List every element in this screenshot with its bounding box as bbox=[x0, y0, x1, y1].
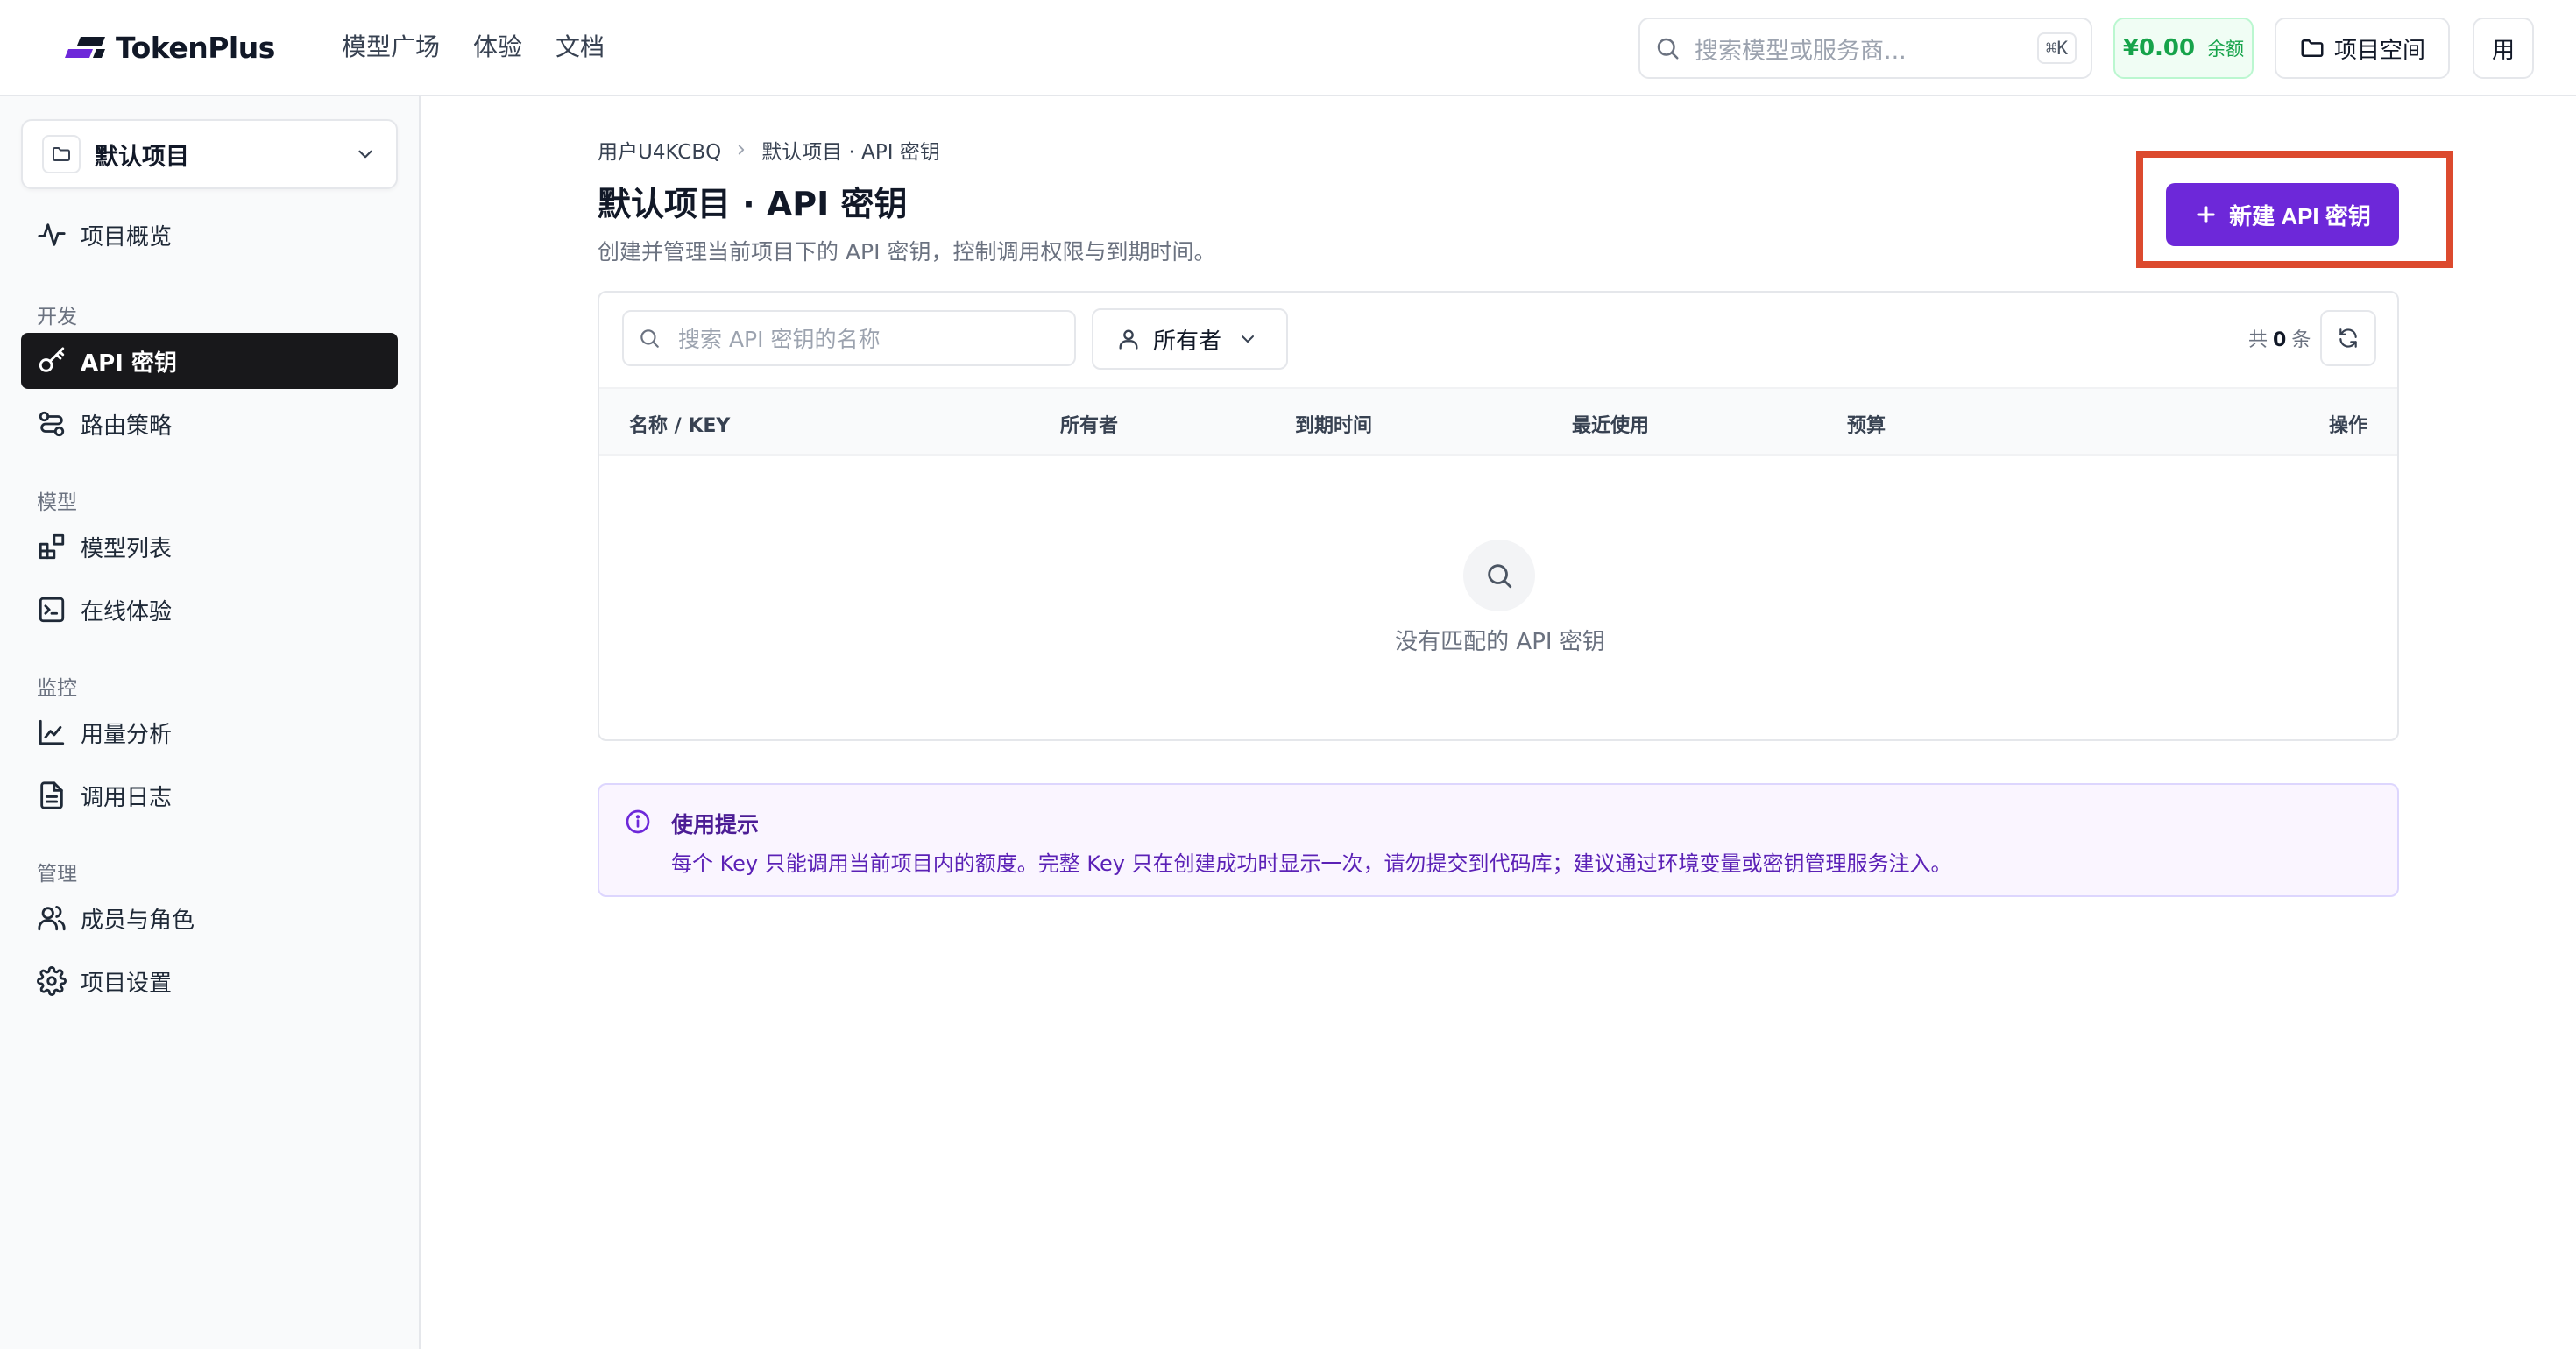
empty-state-icon bbox=[1463, 540, 1535, 611]
usage-tip: 使用提示 每个 Key 只能调用当前项目内的额度。完整 Key 只在创建成功时显… bbox=[598, 783, 2399, 897]
chart-icon bbox=[39, 719, 65, 745]
terminal-icon bbox=[39, 597, 65, 623]
project-name: 默认项目 bbox=[95, 143, 189, 171]
refresh-icon bbox=[2339, 328, 2357, 348]
result-count: 共0条 bbox=[2248, 324, 2311, 352]
top-nav: 模型广场 体验 文档 bbox=[342, 28, 638, 67]
sidebar-section-models: 模型 bbox=[37, 491, 77, 514]
top-bar: TokenPlus 模型广场 体验 文档 搜索模型或服务商... ⌘K ¥0.0… bbox=[0, 0, 2576, 96]
chevron-right-icon bbox=[733, 142, 749, 158]
info-icon bbox=[626, 809, 650, 834]
page-title: 默认项目 · API 密钥 bbox=[598, 185, 908, 223]
chevron-down-icon bbox=[1242, 335, 1255, 343]
file-text-icon bbox=[40, 781, 63, 809]
column-owner[interactable]: 所有者 bbox=[1060, 410, 1118, 438]
breadcrumb-current: 默认项目 · API 密钥 bbox=[761, 141, 940, 164]
key-icon bbox=[39, 347, 65, 372]
page-description: 创建并管理当前项目下的 API 密钥，控制调用权限与到期时间。 bbox=[598, 239, 1216, 265]
sidebar-item-label: 项目概览 bbox=[81, 223, 173, 251]
balance-badge[interactable]: ¥0.00 余额 bbox=[2113, 18, 2254, 79]
user-avatar[interactable]: 用 bbox=[2473, 18, 2534, 79]
folder-icon bbox=[2301, 39, 2324, 57]
sidebar-section-dev: 开发 bbox=[37, 306, 77, 328]
column-name[interactable]: 名称 / KEY bbox=[629, 410, 730, 438]
sidebar-item-label: 在线体验 bbox=[81, 598, 173, 625]
breadcrumb: 用户U4KCBQ 默认项目 · API 密钥 bbox=[598, 135, 940, 165]
chevron-down-icon bbox=[358, 150, 372, 159]
plus-icon bbox=[2197, 206, 2215, 223]
api-keys-card: 搜索 API 密钥的名称 所有者 共0条 名称 / KEY 所有者 到期时间 最… bbox=[598, 291, 2399, 741]
topnav-docs[interactable]: 文档 bbox=[556, 28, 605, 67]
route-icon bbox=[39, 411, 65, 437]
sidebar-section-monitor: 监控 bbox=[37, 677, 77, 700]
owner-filter-dropdown[interactable]: 所有者 bbox=[1092, 308, 1288, 370]
tip-body: 每个 Key 只能调用当前项目内的额度。完整 Key 只在创建成功时显示一次，请… bbox=[671, 851, 1952, 876]
project-icon-box bbox=[42, 135, 81, 173]
column-expiry[interactable]: 到期时间 bbox=[1295, 410, 1372, 438]
logo[interactable]: TokenPlus bbox=[61, 30, 275, 65]
balance-amount: ¥0.00 bbox=[2122, 35, 2196, 61]
sidebar-item-overview[interactable]: 项目概览 bbox=[21, 207, 398, 263]
users-icon bbox=[38, 905, 66, 931]
breadcrumb-user[interactable]: 用户U4KCBQ bbox=[598, 135, 721, 165]
sidebar-item-api-keys[interactable]: API 密钥 bbox=[21, 333, 398, 389]
owner-filter-label: 所有者 bbox=[1153, 328, 1222, 355]
workspace-button[interactable]: 项目空间 bbox=[2275, 18, 2450, 79]
count-suffix: 条 bbox=[2291, 329, 2311, 351]
balance-label: 余额 bbox=[2207, 39, 2245, 60]
search-shortcut-badge: ⌘K bbox=[2036, 32, 2077, 64]
new-api-key-label: 新建 API 密钥 bbox=[2229, 202, 2371, 230]
refresh-button[interactable] bbox=[2320, 310, 2376, 366]
tip-title: 使用提示 bbox=[671, 812, 760, 837]
sidebar-item-playground[interactable]: 在线体验 bbox=[21, 582, 398, 638]
search-placeholder: 搜索模型或服务商... bbox=[1695, 37, 1907, 65]
activity-icon bbox=[38, 223, 66, 246]
sidebar-item-label: API 密钥 bbox=[81, 350, 177, 377]
sidebar-item-label: 调用日志 bbox=[81, 784, 173, 811]
column-budget[interactable]: 预算 bbox=[1847, 410, 1886, 438]
project-selector[interactable]: 默认项目 bbox=[21, 119, 398, 189]
sidebar-section-admin: 管理 bbox=[37, 863, 77, 886]
sidebar-item-logs[interactable]: 调用日志 bbox=[21, 767, 398, 823]
sidebar-item-model-list[interactable]: 模型列表 bbox=[21, 519, 398, 575]
sidebar-item-settings[interactable]: 项目设置 bbox=[21, 953, 398, 1009]
api-key-search-input[interactable]: 搜索 API 密钥的名称 bbox=[622, 310, 1076, 366]
topnav-playground[interactable]: 体验 bbox=[473, 28, 522, 67]
sidebar-item-label: 模型列表 bbox=[81, 535, 173, 562]
sidebar-item-members[interactable]: 成员与角色 bbox=[21, 890, 398, 946]
column-actions: 操作 bbox=[2329, 415, 2368, 437]
table-header: 名称 / KEY 所有者 到期时间 最近使用 预算 操作 bbox=[599, 387, 2397, 456]
empty-state-text: 没有匹配的 API 密钥 bbox=[1395, 629, 1605, 655]
search-icon bbox=[1657, 38, 1679, 60]
workspace-label: 项目空间 bbox=[2333, 37, 2425, 64]
count-prefix: 共 bbox=[2248, 329, 2268, 351]
folder-icon bbox=[53, 147, 70, 161]
global-search-input[interactable]: 搜索模型或服务商... ⌘K bbox=[1638, 18, 2092, 79]
new-api-key-button[interactable]: 新建 API 密钥 bbox=[2166, 183, 2399, 246]
user-icon bbox=[1119, 329, 1138, 350]
sidebar-item-label: 路由策略 bbox=[81, 413, 173, 440]
sidebar-item-label: 用量分析 bbox=[81, 721, 173, 748]
brand-name: TokenPlus bbox=[116, 30, 275, 65]
column-last-used[interactable]: 最近使用 bbox=[1572, 410, 1649, 438]
sidebar-item-label: 项目设置 bbox=[81, 970, 173, 997]
search-icon bbox=[1488, 564, 1512, 589]
sidebar-item-label: 成员与角色 bbox=[81, 907, 195, 934]
api-key-search-placeholder: 搜索 API 密钥的名称 bbox=[678, 327, 881, 352]
sidebar-item-routing[interactable]: 路由策略 bbox=[21, 396, 398, 452]
sidebar-item-usage[interactable]: 用量分析 bbox=[21, 704, 398, 760]
topnav-models[interactable]: 模型广场 bbox=[342, 28, 440, 67]
tokenplus-logo-icon bbox=[65, 37, 105, 58]
gear-icon bbox=[37, 966, 67, 996]
blocks-icon bbox=[39, 533, 65, 560]
sidebar: 默认项目 项目概览 开发 API 密钥 路由策略 模型 模型列表 在线体验 监控… bbox=[0, 96, 421, 1349]
search-icon bbox=[640, 329, 659, 348]
count-value: 0 bbox=[2273, 329, 2287, 351]
